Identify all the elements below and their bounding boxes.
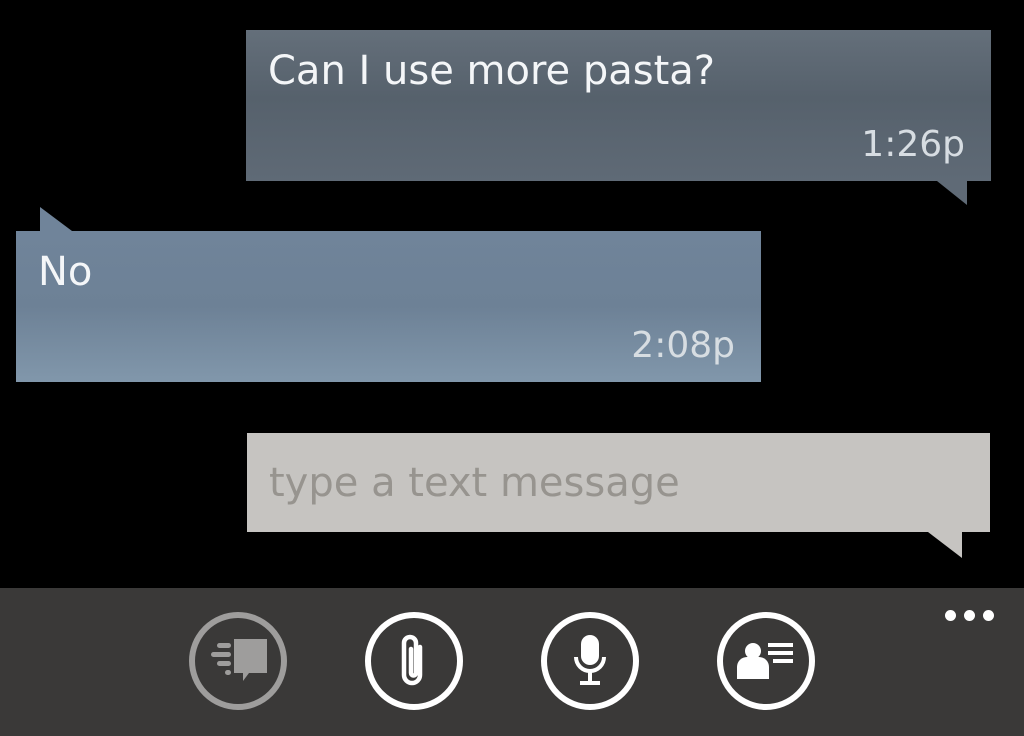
contact-card-icon <box>737 643 793 679</box>
bubble-tail <box>40 207 72 231</box>
message-input[interactable] <box>247 433 990 532</box>
voice-input-button[interactable] <box>541 612 639 710</box>
microphone-icon <box>574 635 606 685</box>
more-dot <box>983 610 994 621</box>
attach-button[interactable] <box>365 612 463 710</box>
outgoing-message-bubble[interactable]: Can I use more pasta? 1:26p <box>246 30 991 205</box>
message-text: Can I use more pasta? <box>268 48 716 94</box>
send-icon <box>211 639 267 681</box>
more-dot <box>964 610 975 621</box>
paperclip-icon <box>401 634 423 686</box>
more-dot <box>945 610 956 621</box>
message-text: No <box>38 249 93 295</box>
more-ellipsis-icon[interactable] <box>945 610 994 630</box>
attach-contact-button[interactable] <box>717 612 815 710</box>
bubble-tail <box>937 181 967 205</box>
incoming-message-bubble[interactable]: No 2:08p <box>16 207 761 382</box>
message-timestamp: 2:08p <box>631 325 735 366</box>
message-timestamp: 1:26p <box>861 124 965 165</box>
compose-tail <box>928 532 962 558</box>
send-button[interactable] <box>189 612 287 710</box>
compose-box[interactable] <box>247 433 990 558</box>
app-bar <box>0 588 1024 736</box>
